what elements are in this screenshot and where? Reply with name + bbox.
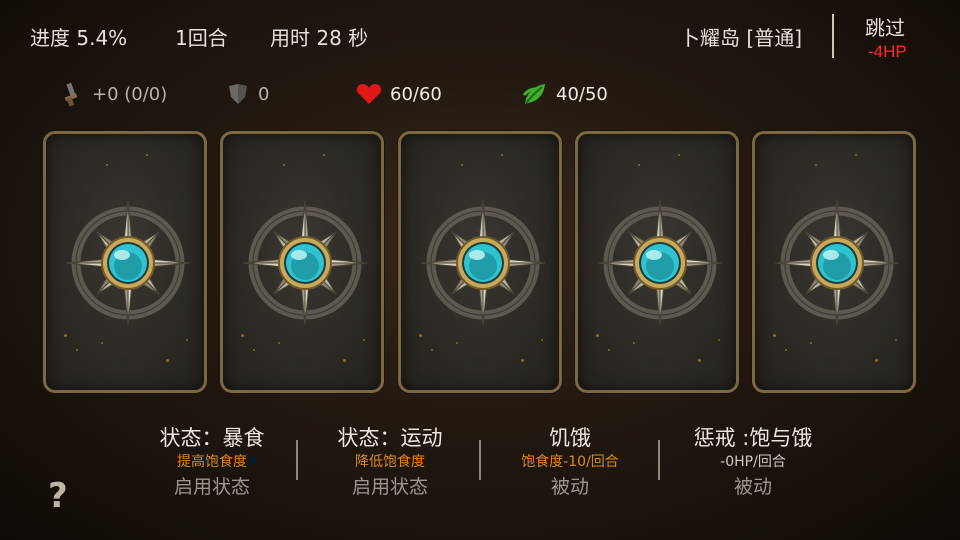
card-dust-speck bbox=[810, 342, 812, 344]
card-2[interactable] bbox=[220, 131, 384, 393]
compass-star-gem-icon bbox=[242, 200, 368, 326]
card-dust-speck bbox=[633, 342, 635, 344]
card-dust-speck bbox=[146, 154, 148, 156]
card-dust-speck bbox=[283, 164, 285, 166]
card-dust-speck bbox=[608, 349, 610, 351]
passive-label: 被动 bbox=[733, 476, 772, 498]
card-3[interactable] bbox=[398, 131, 562, 393]
skip-cost: -4HP bbox=[868, 42, 907, 61]
status-desc: -0HP/回合 bbox=[720, 454, 786, 470]
passive-label: 被动 bbox=[550, 476, 589, 498]
card-dust-speck bbox=[363, 339, 365, 341]
card-dust-speck bbox=[253, 349, 255, 351]
card-1[interactable] bbox=[43, 131, 207, 393]
compass-star-gem-icon bbox=[65, 200, 191, 326]
card-dust-speck bbox=[541, 339, 543, 341]
card-dust-speck bbox=[461, 164, 463, 166]
card-dust-speck bbox=[773, 334, 776, 337]
progress-text: 进度 5.4% bbox=[30, 26, 128, 50]
status-desc: 提高饱食度 bbox=[177, 454, 247, 470]
hp-value: 60/60 bbox=[390, 83, 442, 105]
card-dust-speck bbox=[431, 349, 433, 351]
card-dust-speck bbox=[521, 359, 524, 362]
status-desc: 饱食度-10/回合 bbox=[521, 454, 619, 470]
elapsed-time: 用时 28 秒 bbox=[270, 26, 369, 50]
card-dust-speck bbox=[166, 359, 169, 362]
status-hunger: 饥饿 饱食度-10/回合 被动 bbox=[485, 424, 655, 502]
armor-value: 0 bbox=[258, 83, 270, 105]
card-dust-speck bbox=[106, 164, 108, 166]
card-dust-speck bbox=[698, 359, 701, 362]
card-dust-speck bbox=[343, 359, 346, 362]
card-dust-speck bbox=[101, 342, 103, 344]
status-gluttony: 状态：暴食 提高饱食度 启用状态 bbox=[127, 424, 297, 502]
enable-status-button[interactable]: 启用状态 bbox=[305, 472, 475, 502]
card-4[interactable] bbox=[575, 131, 739, 393]
status-title: 状态：暴食 bbox=[159, 426, 265, 450]
attack-stat: +0 (0/0) bbox=[60, 80, 167, 108]
compass-star-gem-icon bbox=[774, 200, 900, 326]
status-desc: 降低饱食度 bbox=[355, 454, 425, 470]
card-dust-speck bbox=[501, 154, 503, 156]
compass-star-gem-icon bbox=[597, 200, 723, 326]
location-label: 卜耀岛 [普通] bbox=[680, 26, 802, 50]
food-stat: 40/50 bbox=[522, 80, 608, 108]
status-title: 状态：运动 bbox=[337, 426, 443, 450]
food-value: 40/50 bbox=[556, 83, 608, 105]
attack-value: +0 (0/0) bbox=[92, 83, 168, 105]
card-dust-speck bbox=[64, 334, 67, 337]
hp-stat: 60/60 bbox=[356, 80, 442, 108]
card-dust-speck bbox=[456, 342, 458, 344]
card-dust-speck bbox=[678, 154, 680, 156]
status-title: 惩戒 :饱与饿 bbox=[693, 426, 813, 450]
shield-icon bbox=[229, 84, 247, 104]
card-dust-speck bbox=[596, 334, 599, 337]
skip-label[interactable]: 跳过 bbox=[865, 12, 905, 41]
help-icon[interactable]: ? bbox=[48, 476, 68, 516]
status-divider bbox=[658, 440, 660, 480]
card-dust-speck bbox=[855, 154, 857, 156]
sword-icon bbox=[64, 82, 78, 107]
round-counter: 1回合 bbox=[175, 26, 228, 50]
status-punishment: 惩戒 :饱与饿 -0HP/回合 被动 bbox=[668, 424, 838, 502]
enable-status-button[interactable]: 启用状态 bbox=[127, 472, 297, 502]
compass-star-gem-icon bbox=[420, 200, 546, 326]
status-divider bbox=[296, 440, 298, 480]
card-dust-speck bbox=[419, 334, 422, 337]
status-exercise: 状态：运动 降低饱食度 启用状态 bbox=[305, 424, 475, 502]
status-title: 饥饿 bbox=[549, 426, 591, 450]
status-divider bbox=[479, 440, 481, 480]
card-dust-speck bbox=[895, 339, 897, 341]
card-dust-speck bbox=[186, 339, 188, 341]
header-divider bbox=[832, 14, 834, 58]
heart-icon bbox=[356, 84, 382, 104]
card-dust-speck bbox=[785, 349, 787, 351]
leaf-icon bbox=[522, 84, 545, 104]
card-dust-speck bbox=[278, 342, 280, 344]
card-dust-speck bbox=[323, 154, 325, 156]
card-dust-speck bbox=[638, 164, 640, 166]
card-dust-speck bbox=[875, 359, 878, 362]
card-5[interactable] bbox=[752, 131, 916, 393]
card-dust-speck bbox=[718, 339, 720, 341]
card-dust-speck bbox=[815, 164, 817, 166]
card-dust-speck bbox=[76, 349, 78, 351]
armor-stat: 0 bbox=[226, 80, 269, 108]
card-dust-speck bbox=[241, 334, 244, 337]
